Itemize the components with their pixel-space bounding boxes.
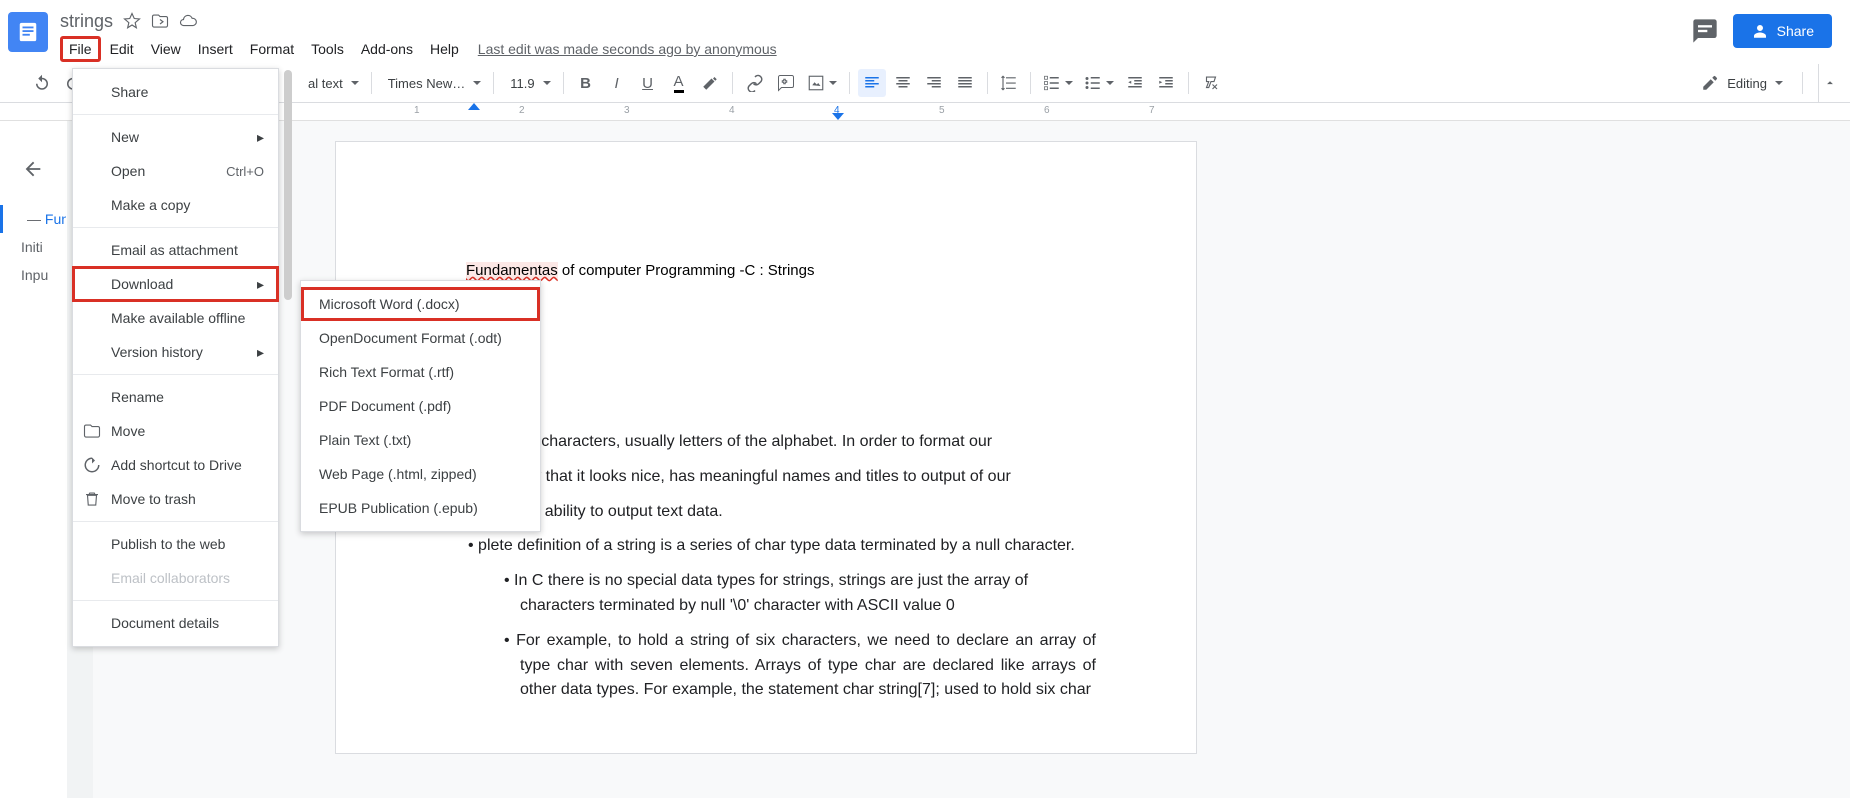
file-rename[interactable]: Rename (73, 380, 278, 414)
insert-image-button[interactable] (803, 74, 841, 92)
file-move-trash[interactable]: Move to trash (73, 482, 278, 516)
file-version-history[interactable]: Version history▸ (73, 335, 278, 369)
outline-collapse-button[interactable] (15, 151, 51, 187)
add-comment-button[interactable] (772, 69, 800, 97)
paragraph-style-dropdown[interactable]: al text (300, 76, 363, 91)
undo-button[interactable] (28, 69, 56, 97)
indent-marker-left[interactable] (468, 103, 480, 110)
menu-help[interactable]: Help (422, 37, 467, 61)
section-title[interactable]: GS (466, 319, 1096, 350)
question-line[interactable]: STRING? (466, 384, 1096, 404)
file-menu: Share New▸ OpenCtrl+O Make a copy Email … (72, 68, 279, 647)
underline-button[interactable]: U (634, 69, 662, 97)
align-left-button[interactable] (858, 69, 886, 97)
hide-menus-chevron-icon[interactable] (1818, 64, 1840, 103)
doc-title[interactable]: strings (60, 11, 113, 32)
insert-link-button[interactable] (741, 69, 769, 97)
file-new[interactable]: New▸ (73, 120, 278, 154)
outline-item[interactable]: — Fun (0, 205, 66, 233)
last-edit-link[interactable]: Last edit was made seconds ago by anonym… (478, 41, 777, 57)
menu-view[interactable]: View (143, 37, 189, 61)
file-open[interactable]: OpenCtrl+O (73, 154, 278, 188)
file-email-attachment[interactable]: Email as attachment (73, 233, 278, 267)
checklist-button[interactable] (1039, 74, 1077, 92)
text-color-button[interactable]: A (665, 69, 693, 97)
align-center-button[interactable] (889, 69, 917, 97)
align-justify-button[interactable] (951, 69, 979, 97)
download-submenu: Microsoft Word (.docx) OpenDocument Form… (300, 280, 541, 532)
cloud-status-icon[interactable] (179, 12, 197, 30)
bulleted-list-button[interactable] (1080, 74, 1118, 92)
file-email-collaborators: Email collaborators (73, 561, 278, 595)
download-pdf[interactable]: PDF Document (.pdf) (301, 389, 540, 423)
increase-indent-button[interactable] (1152, 69, 1180, 97)
indent-marker-right[interactable] (832, 113, 844, 120)
bold-button[interactable]: B (572, 69, 600, 97)
docs-logo[interactable] (8, 12, 48, 52)
title-bar: strings File Edit View Insert Format Too… (0, 0, 1850, 64)
outline-item[interactable]: Initi (0, 233, 66, 261)
outline-item[interactable]: Inpu (0, 261, 66, 289)
font-dropdown[interactable]: Times New… (380, 76, 486, 91)
comments-icon[interactable] (1691, 17, 1719, 45)
download-docx[interactable]: Microsoft Word (.docx) (301, 287, 540, 321)
file-add-shortcut[interactable]: Add shortcut to Drive (73, 448, 278, 482)
outline-pane: — Fun Initi Inpu (0, 121, 67, 798)
doc-header-text[interactable]: Fundamentas of computer Programming -C :… (466, 262, 1096, 279)
file-publish-web[interactable]: Publish to the web (73, 527, 278, 561)
share-button[interactable]: Share (1733, 14, 1832, 48)
clear-formatting-button[interactable] (1197, 69, 1225, 97)
star-icon[interactable] (123, 12, 141, 30)
download-epub[interactable]: EPUB Publication (.epub) (301, 491, 540, 525)
editing-mode-dropdown[interactable]: Editing (1697, 74, 1787, 92)
download-txt[interactable]: Plain Text (.txt) (301, 423, 540, 457)
menu-bar: File Edit View Insert Format Tools Add-o… (60, 36, 1842, 62)
download-html[interactable]: Web Page (.html, zipped) (301, 457, 540, 491)
download-rtf[interactable]: Rich Text Format (.rtf) (301, 355, 540, 389)
menu-format[interactable]: Format (242, 37, 302, 61)
menu-tools[interactable]: Tools (303, 37, 352, 61)
font-size-field[interactable]: 11.9 (502, 76, 554, 91)
highlight-button[interactable] (696, 69, 724, 97)
menu-file[interactable]: File (60, 36, 101, 62)
file-make-offline[interactable]: Make available offline (73, 301, 278, 335)
file-share[interactable]: Share (73, 75, 278, 109)
file-document-details[interactable]: Document details (73, 606, 278, 640)
download-odt[interactable]: OpenDocument Format (.odt) (301, 321, 540, 355)
spelling-error[interactable]: Fundamentas (466, 262, 558, 279)
italic-button[interactable]: I (603, 69, 631, 97)
file-move[interactable]: Move (73, 414, 278, 448)
file-download[interactable]: Download▸ (73, 267, 278, 301)
bullet-list[interactable]: group of characters, usually letters of … (466, 430, 1096, 703)
file-menu-scrollbar[interactable] (284, 70, 292, 300)
decrease-indent-button[interactable] (1121, 69, 1149, 97)
share-label: Share (1777, 23, 1814, 39)
line-spacing-button[interactable] (996, 74, 1022, 92)
menu-insert[interactable]: Insert (190, 37, 241, 61)
menu-addons[interactable]: Add-ons (353, 37, 421, 61)
file-make-copy[interactable]: Make a copy (73, 188, 278, 222)
move-folder-icon[interactable] (151, 12, 169, 30)
menu-edit[interactable]: Edit (102, 37, 142, 61)
align-right-button[interactable] (920, 69, 948, 97)
